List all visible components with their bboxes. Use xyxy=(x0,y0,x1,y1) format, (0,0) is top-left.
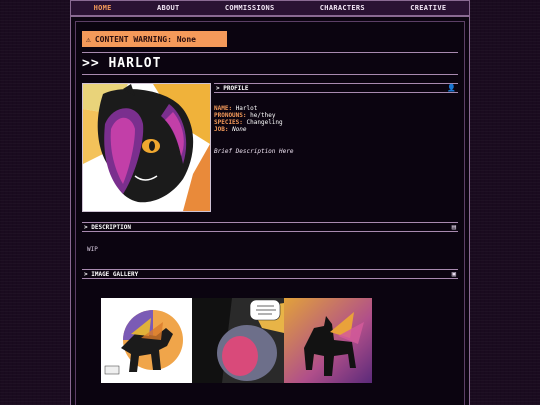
gallery-heading: > IMAGE GALLERY xyxy=(84,270,139,278)
character-portrait[interactable] xyxy=(82,83,211,212)
gallery-thumbnail xyxy=(192,298,284,383)
content-warning-banner: ⚠ CONTENT WARNING: None xyxy=(82,31,227,47)
brief-description: Brief Description Here xyxy=(214,148,294,155)
nav-about[interactable]: ABOUT xyxy=(157,4,180,12)
description-text: WIP xyxy=(87,246,98,253)
person-icon: 👤 xyxy=(447,84,456,92)
species-row: SPECIES: Changeling xyxy=(214,119,283,126)
pronouns-row: PRONOUNS: he/they xyxy=(214,112,276,119)
gallery-image-2[interactable] xyxy=(192,298,284,383)
profile-info: NAME: Harlot PRONOUNS: he/they SPECIES: … xyxy=(214,105,283,133)
nav-characters[interactable]: CHARACTERS xyxy=(320,4,365,12)
profile-heading: > PROFILE xyxy=(216,84,249,92)
camera-icon: ▣ xyxy=(451,270,456,278)
warning-icon: ⚠ xyxy=(86,34,91,44)
gallery-thumbnail xyxy=(101,298,192,383)
gallery-thumbnail xyxy=(284,298,372,383)
profile-header: > PROFILE 👤 xyxy=(214,83,458,93)
divider xyxy=(82,74,458,75)
nav-creative[interactable]: CREATIVE xyxy=(410,4,446,12)
nav-commissions[interactable]: COMMISSIONS xyxy=(225,4,275,12)
document-icon: ▤ xyxy=(451,223,456,231)
portrait-image xyxy=(83,84,210,211)
content-warning-label: CONTENT WARNING: None xyxy=(94,34,196,44)
job-row: JOB: None xyxy=(214,126,247,133)
gallery-image-3[interactable] xyxy=(284,298,372,383)
gallery-image-1[interactable] xyxy=(101,298,192,383)
description-heading: > DESCRIPTION xyxy=(84,223,131,231)
gallery-header: > IMAGE GALLERY ▣ xyxy=(82,269,458,279)
divider xyxy=(82,52,458,53)
top-nav: HOME ABOUT COMMISSIONS CHARACTERS CREATI… xyxy=(70,0,470,16)
name-row: NAME: Harlot xyxy=(214,105,258,112)
page-title: >> HARLOT xyxy=(82,56,162,71)
nav-home[interactable]: HOME xyxy=(94,4,112,12)
description-header: > DESCRIPTION ▤ xyxy=(82,222,458,232)
